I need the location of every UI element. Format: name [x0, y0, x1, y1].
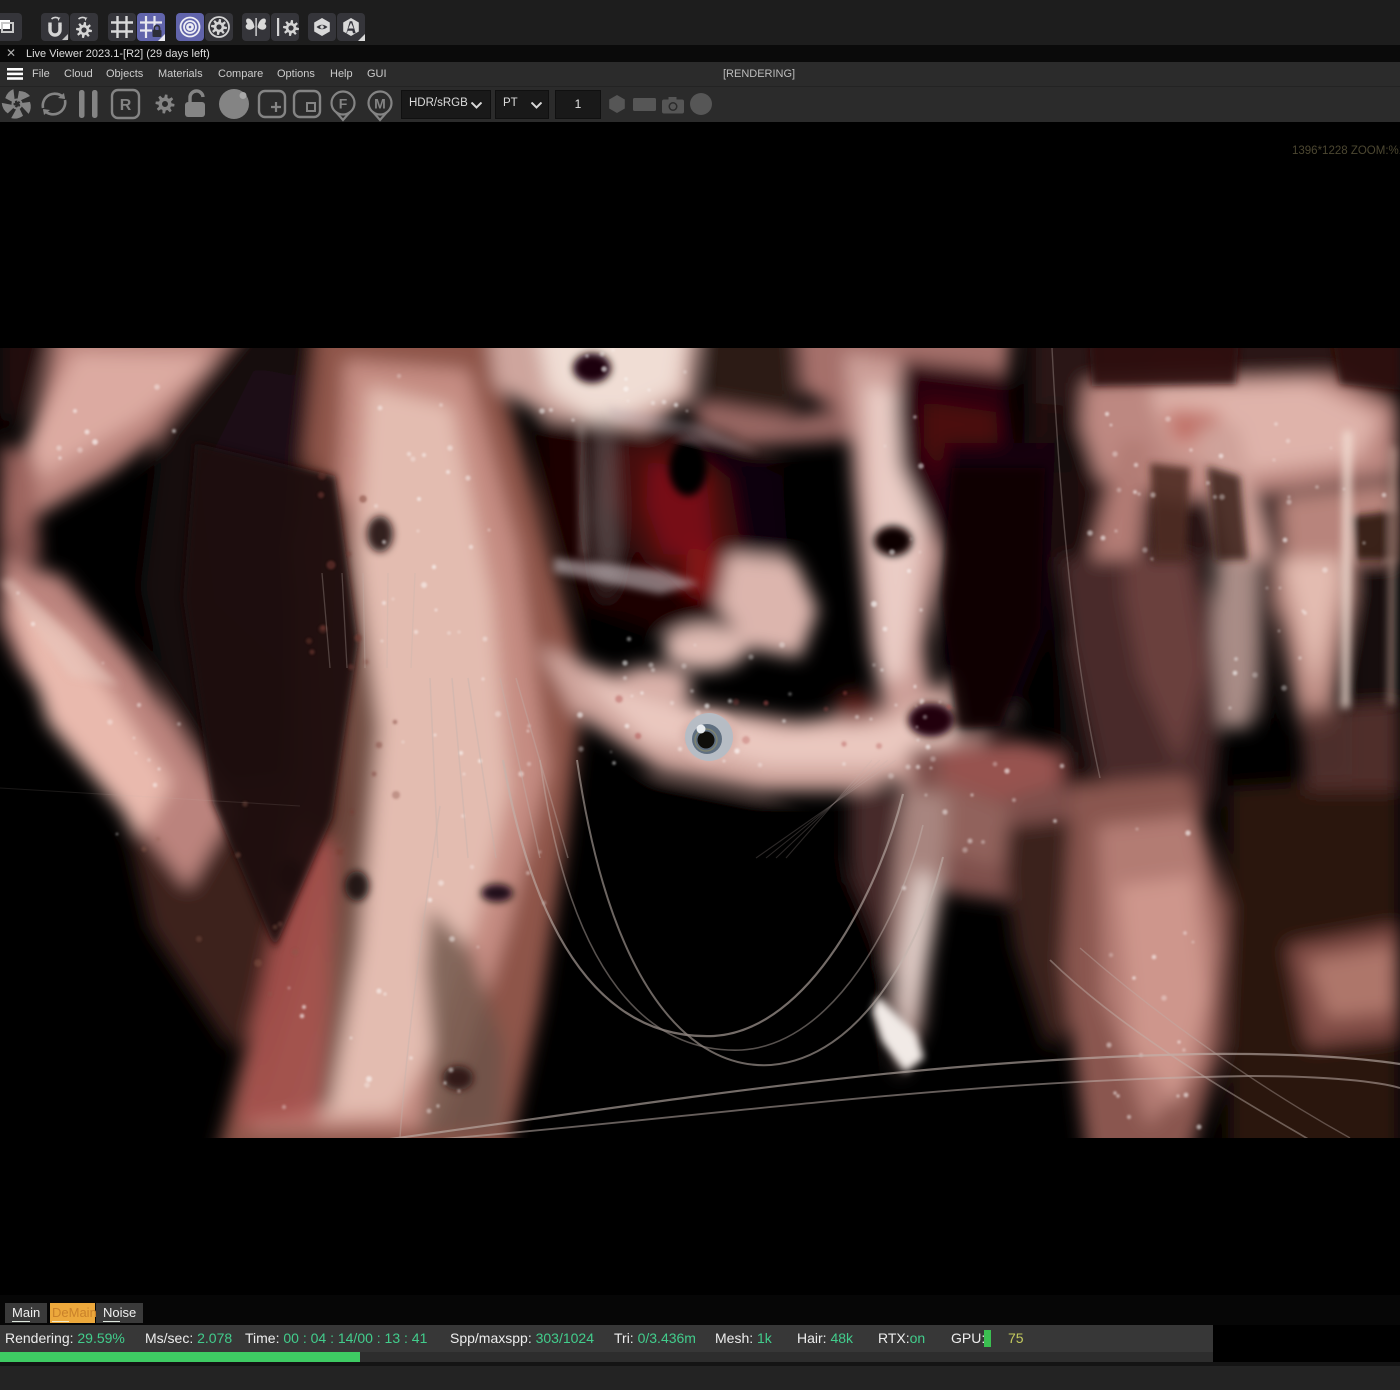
- svg-text:R: R: [120, 97, 132, 114]
- svg-text:F: F: [339, 96, 348, 112]
- svg-text:M: M: [374, 96, 386, 112]
